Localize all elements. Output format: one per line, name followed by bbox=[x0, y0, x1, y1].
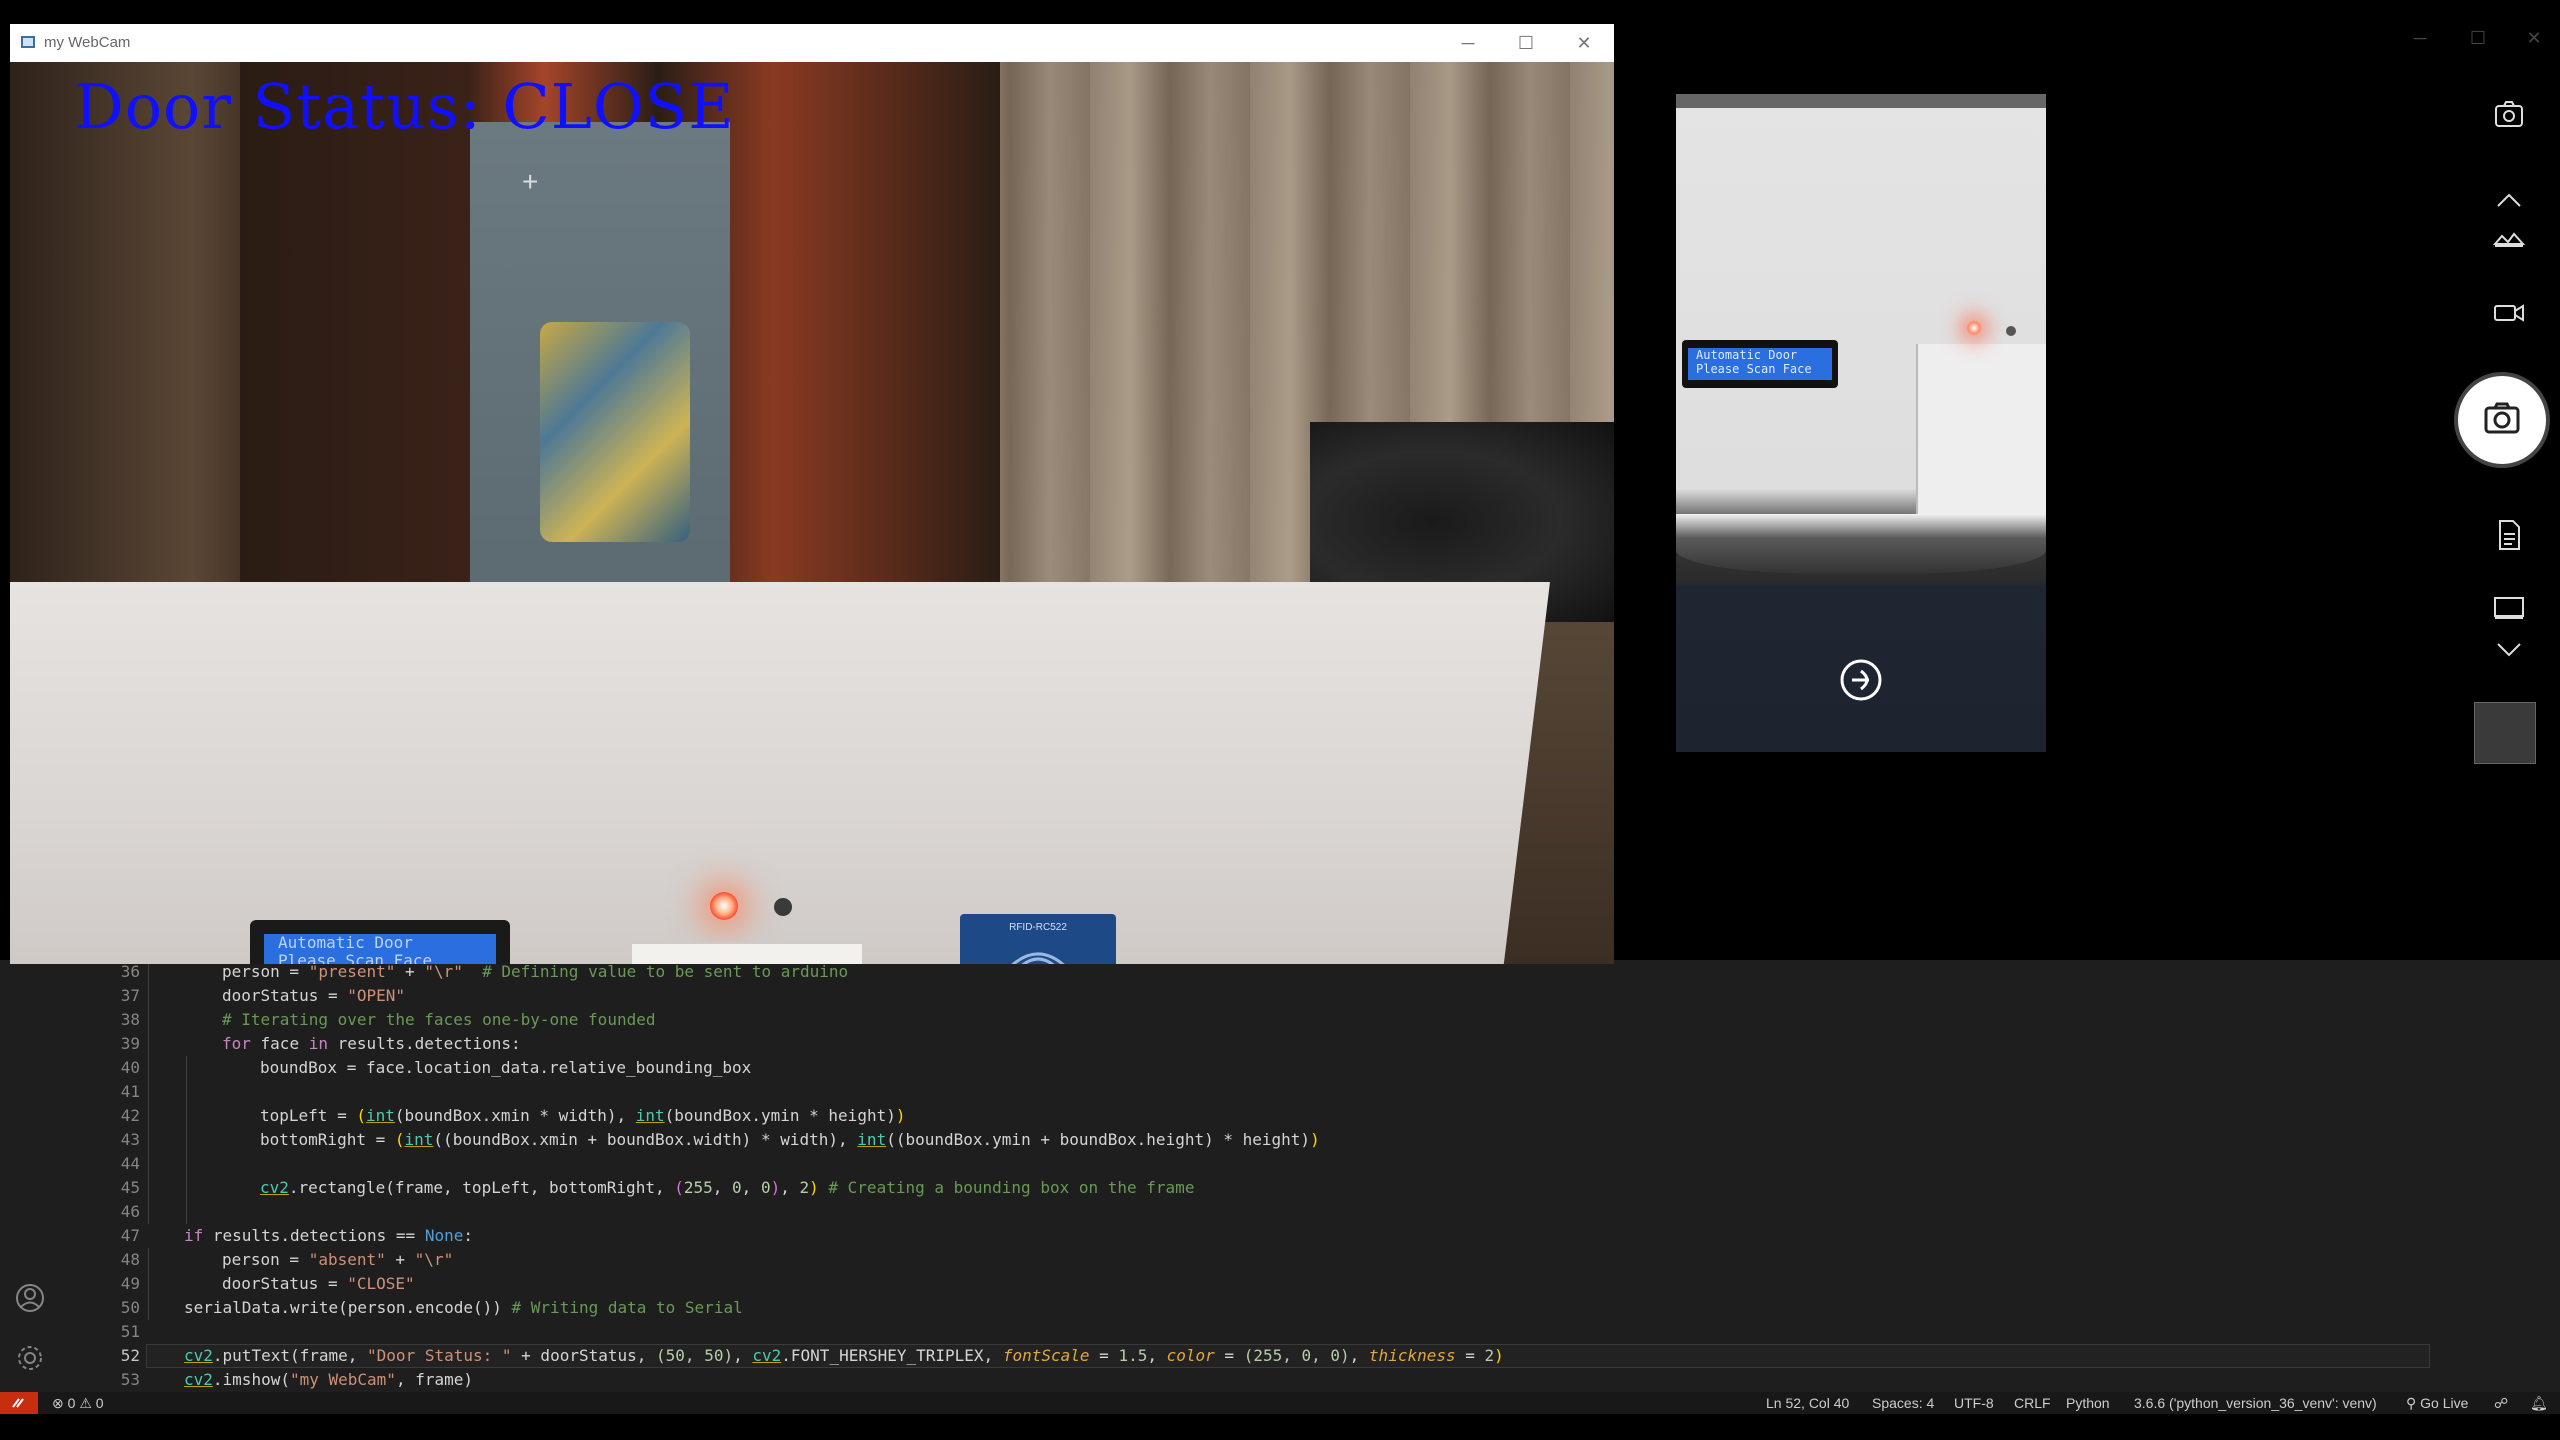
code-area[interactable]: person = "present" + "\r" # Defining val… bbox=[148, 960, 2428, 1392]
go-live-label: Go Live bbox=[2420, 1395, 2469, 1411]
code-line: # Iterating over the faces one-by-one fo… bbox=[222, 1010, 656, 1029]
indentation[interactable]: Spaces: 4 bbox=[1872, 1395, 1934, 1411]
minimize-button[interactable]: ─ bbox=[2406, 28, 2434, 49]
lcd-line-2: Please Scan Face bbox=[1696, 362, 1812, 376]
camera-preview: Automatic Door Please Scan Face bbox=[1676, 94, 2046, 752]
door-status-overlay: Door Status: CLOSE bbox=[74, 70, 735, 143]
wall-background bbox=[10, 62, 270, 622]
remote-indicator-button[interactable] bbox=[0, 1392, 38, 1414]
app-icon bbox=[21, 36, 35, 48]
document-scan-icon[interactable] bbox=[2492, 518, 2526, 552]
code-line: person = "absent" + "\r" bbox=[222, 1250, 454, 1269]
lcd-screen: Automatic Door Please Scan Face bbox=[1688, 348, 1832, 380]
camera-switch-icon[interactable] bbox=[2492, 98, 2526, 132]
feedback-icon[interactable]: ☍ bbox=[2494, 1395, 2508, 1412]
lcd-display: Automatic Door Please Scan Face bbox=[250, 920, 510, 964]
code-line: bottomRight = (int((boundBox.xmin + boun… bbox=[260, 1130, 1320, 1149]
rfid-module: RFID-RC522 bbox=[960, 914, 1116, 964]
chevron-down-icon[interactable] bbox=[2492, 632, 2526, 666]
broadcast-icon: ⚲ bbox=[2406, 1395, 2417, 1411]
chevron-up-icon[interactable] bbox=[2492, 184, 2526, 218]
hdr-icon[interactable] bbox=[2492, 220, 2526, 254]
last-capture-thumbnail[interactable] bbox=[2474, 702, 2536, 764]
line-number: 41 bbox=[120, 1082, 140, 1101]
photo-shutter-button[interactable] bbox=[2458, 376, 2546, 464]
encoding[interactable]: UTF-8 bbox=[1954, 1395, 1994, 1411]
window-title: my WebCam bbox=[44, 34, 131, 51]
line-number: 44 bbox=[120, 1154, 140, 1173]
warning-icon: ⚠ bbox=[79, 1395, 92, 1411]
shirt-print bbox=[540, 322, 690, 542]
code-line: cv2.rectangle(frame, topLeft, bottomRigh… bbox=[260, 1178, 1195, 1197]
python-interpreter[interactable]: 3.6.6 ('python_version_36_venv': venv) bbox=[2134, 1395, 2377, 1411]
door-model bbox=[1916, 344, 2046, 524]
minimize-button[interactable]: ─ bbox=[1454, 30, 1482, 56]
rfid-label: RFID-RC522 bbox=[1009, 922, 1067, 933]
webcam-video-frame: Automatic Door Please Scan Face RFID-RC5… bbox=[10, 62, 1614, 964]
code-line: doorStatus = "OPEN" bbox=[222, 986, 406, 1005]
activity-bar bbox=[0, 960, 60, 1392]
crosshair-cursor: + bbox=[522, 166, 539, 197]
rfid-antenna-icon bbox=[1011, 952, 1065, 964]
line-number-gutter: 36 37 38 39 40 41 42 43 44 45 46 47 48 4… bbox=[60, 960, 140, 1392]
bell-icon[interactable]: 🔔︎ bbox=[2530, 1395, 2548, 1412]
line-number: 38 bbox=[120, 1010, 140, 1029]
code-line: for face in results.detections: bbox=[222, 1034, 521, 1053]
line-number: 43 bbox=[120, 1130, 140, 1149]
line-number: 50 bbox=[120, 1298, 140, 1317]
warning-count: 0 bbox=[95, 1395, 104, 1411]
line-number: 46 bbox=[120, 1202, 140, 1221]
status-bar: ⊗ 0 ⚠ 0 Ln 52, Col 40 Spaces: 4 UTF-8 CR… bbox=[0, 1392, 2560, 1414]
problems-indicator[interactable]: ⊗ 0 ⚠ 0 bbox=[52, 1395, 104, 1412]
sensor bbox=[2006, 326, 2016, 336]
cursor-position[interactable]: Ln 52, Col 40 bbox=[1766, 1395, 1849, 1411]
language-mode[interactable]: Python bbox=[2066, 1395, 2110, 1411]
line-number: 48 bbox=[120, 1250, 140, 1269]
video-icon[interactable] bbox=[2492, 296, 2526, 330]
line-number: 40 bbox=[120, 1058, 140, 1077]
whiteboard-icon[interactable] bbox=[2492, 590, 2526, 624]
sensor bbox=[774, 898, 792, 916]
lcd-line-1: Automatic Door bbox=[1696, 348, 1798, 362]
maximize-button[interactable]: ☐ bbox=[1512, 30, 1540, 56]
gear-icon[interactable] bbox=[14, 1342, 46, 1374]
line-number: 42 bbox=[120, 1106, 140, 1125]
code-line-current: cv2.putText(frame, "Door Status: " + doo… bbox=[184, 1346, 1504, 1365]
line-number: 37 bbox=[120, 986, 140, 1005]
preview-top-edge bbox=[1676, 94, 2046, 108]
led-light bbox=[1966, 320, 1982, 336]
error-icon: ⊗ bbox=[52, 1395, 64, 1411]
door-model bbox=[630, 942, 864, 964]
account-icon[interactable] bbox=[14, 1282, 46, 1314]
code-line: topLeft = (int(boundBox.xmin * width), i… bbox=[260, 1106, 906, 1125]
error-count: 0 bbox=[67, 1395, 76, 1411]
code-line: serialData.write(person.encode()) # Writ… bbox=[184, 1298, 743, 1317]
line-number: 49 bbox=[120, 1274, 140, 1293]
lcd-line-2: Please Scan Face bbox=[278, 951, 433, 965]
code-line: if results.detections == None: bbox=[184, 1226, 473, 1245]
webcam-window[interactable]: my WebCam ─ ☐ ✕ Automatic Door Please Sc… bbox=[10, 24, 1614, 964]
shelf-edge bbox=[1676, 514, 2046, 574]
line-number-active: 52 bbox=[120, 1346, 140, 1365]
line-number: 39 bbox=[120, 1034, 140, 1053]
webcam-titlebar[interactable]: my WebCam ─ ☐ ✕ bbox=[10, 24, 1614, 62]
photo-icon bbox=[2484, 402, 2520, 434]
line-number: 51 bbox=[120, 1322, 140, 1341]
lcd-screen: Automatic Door Please Scan Face bbox=[264, 934, 496, 964]
line-number: 53 bbox=[120, 1370, 140, 1389]
code-line: boundBox = face.location_data.relative_b… bbox=[260, 1058, 752, 1077]
line-number: 45 bbox=[120, 1178, 140, 1197]
line-number: 47 bbox=[120, 1226, 140, 1245]
lcd-line-1: Automatic Door bbox=[278, 933, 413, 952]
led-light bbox=[710, 892, 738, 920]
go-live-button[interactable]: ⚲ Go Live bbox=[2406, 1395, 2468, 1412]
code-line: doorStatus = "CLOSE" bbox=[222, 1274, 415, 1293]
eol[interactable]: CRLF bbox=[2014, 1395, 2051, 1411]
recorder-logo-icon bbox=[1840, 659, 1882, 701]
lcd-display: Automatic Door Please Scan Face bbox=[1682, 340, 1838, 388]
code-line: cv2.imshow("my WebCam", frame) bbox=[184, 1370, 473, 1389]
remote-icon bbox=[12, 1398, 24, 1408]
camera-app-window[interactable]: ─ ☐ ✕ Automatic Door Please Scan Face bbox=[1616, 24, 2560, 782]
close-button[interactable]: ✕ bbox=[1570, 30, 1598, 56]
